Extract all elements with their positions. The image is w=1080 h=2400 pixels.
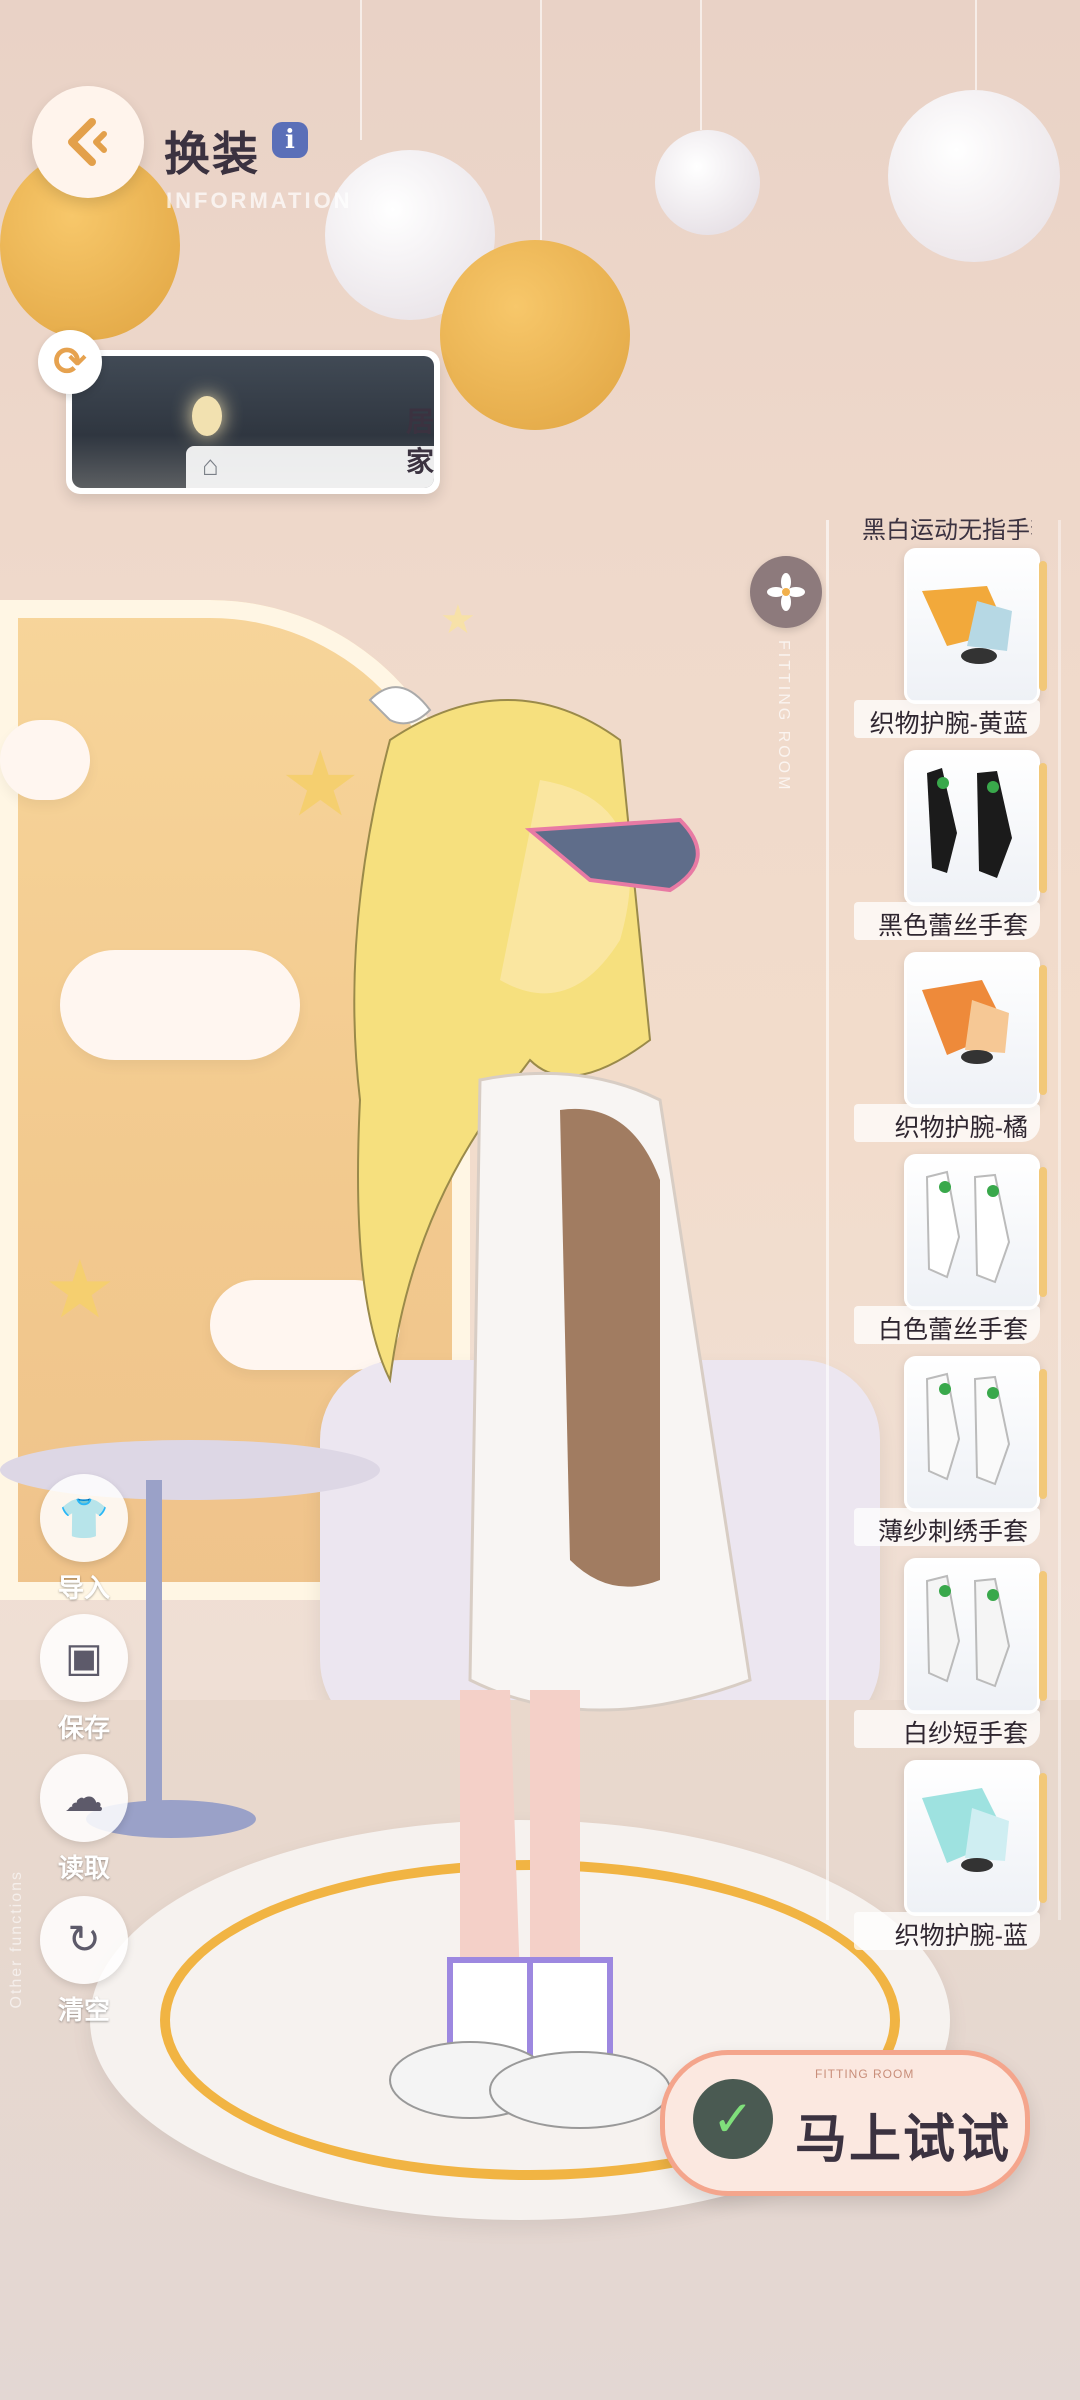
item-label: 织物护腕-蓝 (894, 1922, 1028, 1950)
outfit-icon: 👕 (40, 1474, 128, 1562)
try-button-tag: FITTING ROOM (815, 2067, 915, 2081)
other-functions-label: Other functions (8, 1870, 25, 2009)
item-label: 白纱短手套 (902, 1720, 1028, 1748)
item-thumbnail (904, 1558, 1047, 1714)
page-title: 换装 (164, 128, 260, 180)
load-button[interactable]: ☁ 读取 (36, 1754, 132, 1885)
cloud-decor (0, 720, 90, 800)
scene-label-bar (186, 446, 434, 488)
clear-label: 清空 (57, 1995, 110, 2025)
star-decor: ★ (440, 598, 476, 642)
fitting-room-badge (750, 556, 822, 628)
item-label: 黑色蕾丝手套 (877, 912, 1028, 940)
info-icon[interactable]: i (272, 122, 308, 158)
cloud-decor (60, 950, 300, 1060)
black-lace-gloves-icon (927, 768, 1012, 878)
item-thumbnail (904, 1154, 1047, 1310)
back-button[interactable] (32, 86, 144, 198)
item-thumbnail (904, 952, 1047, 1108)
star-decor: ★ (44, 1245, 116, 1334)
outfit-item[interactable]: 织物护腕-橘 (854, 952, 1047, 1142)
flower-icon (767, 573, 805, 611)
scene-selector-card[interactable]: ⌂ 居家 (66, 350, 440, 494)
reset-icon: ↻ (40, 1896, 128, 1984)
item-label: 白色蕾丝手套 (877, 1316, 1028, 1344)
wristband-yellow-blue-icon (922, 586, 1012, 664)
hanging-ball (440, 240, 630, 430)
import-label: 导入 (57, 1573, 110, 1603)
outfit-item[interactable]: 白纱短手套 (854, 1558, 1047, 1748)
refresh-icon: ⟳ (53, 340, 87, 384)
try-now-button[interactable]: FITTING ROOM ✓ 马上试试 (660, 2050, 1030, 2196)
avatar-character (353, 686, 752, 2129)
side-table-leg (146, 1480, 162, 1810)
wristband-orange-icon (922, 980, 1009, 1064)
scene-label: 居家 (405, 406, 434, 477)
wristband-blue-icon (922, 1788, 1009, 1872)
outfit-item[interactable]: 织物护腕-蓝 (854, 1760, 1047, 1950)
panel-scrollbar[interactable] (1058, 520, 1061, 1920)
outfit-item[interactable]: 织物护腕-黄蓝 (854, 548, 1047, 738)
refresh-scene-button[interactable]: ⟳ (38, 330, 102, 394)
save-button[interactable]: ▣ 保存 (36, 1614, 132, 1745)
clear-button[interactable]: ↻ 清空 (36, 1896, 132, 2027)
item-label: 薄纱刺绣手套 (877, 1518, 1028, 1546)
try-now-label: 马上试试 (795, 2111, 1012, 2169)
import-button[interactable]: 👕 导入 (36, 1474, 132, 1605)
item-label-partial: 黑白运动无指手套 (862, 517, 1032, 540)
fitting-room-text: FITTING ROOM (775, 640, 792, 793)
white-gauze-short-gloves-icon (925, 1574, 1011, 1688)
load-label: 读取 (57, 1853, 110, 1883)
embroidered-gauze-gloves-icon (925, 1372, 1011, 1486)
outfit-item[interactable]: 薄纱刺绣手套 (854, 1356, 1047, 1546)
white-lace-gloves-icon (925, 1170, 1011, 1284)
outfit-item[interactable]: 黑色蕾丝手套 (854, 750, 1047, 940)
lamp-decor (192, 396, 222, 436)
item-thumbnail (904, 750, 1047, 906)
item-thumbnail (904, 1356, 1047, 1512)
item-thumbnail (904, 548, 1047, 704)
save-label: 保存 (57, 1713, 110, 1743)
hanging-ball (655, 130, 760, 235)
back-arrow-icon (68, 118, 107, 166)
item-thumbnail (904, 1760, 1047, 1916)
item-label: 织物护腕-黄蓝 (869, 710, 1028, 738)
home-icon: ⌂ (202, 450, 219, 481)
page-subtitle: INFORMATION (166, 188, 353, 213)
save-icon: ▣ (40, 1614, 128, 1702)
cloud-load-icon: ☁ (40, 1754, 128, 1842)
panel-rail (826, 520, 829, 1920)
item-label: 织物护腕-橘 (894, 1114, 1028, 1142)
outfit-item[interactable]: 白色蕾丝手套 (854, 1154, 1047, 1344)
checkmark-icon: ✓ (693, 2079, 773, 2159)
hanging-ball (888, 90, 1060, 262)
